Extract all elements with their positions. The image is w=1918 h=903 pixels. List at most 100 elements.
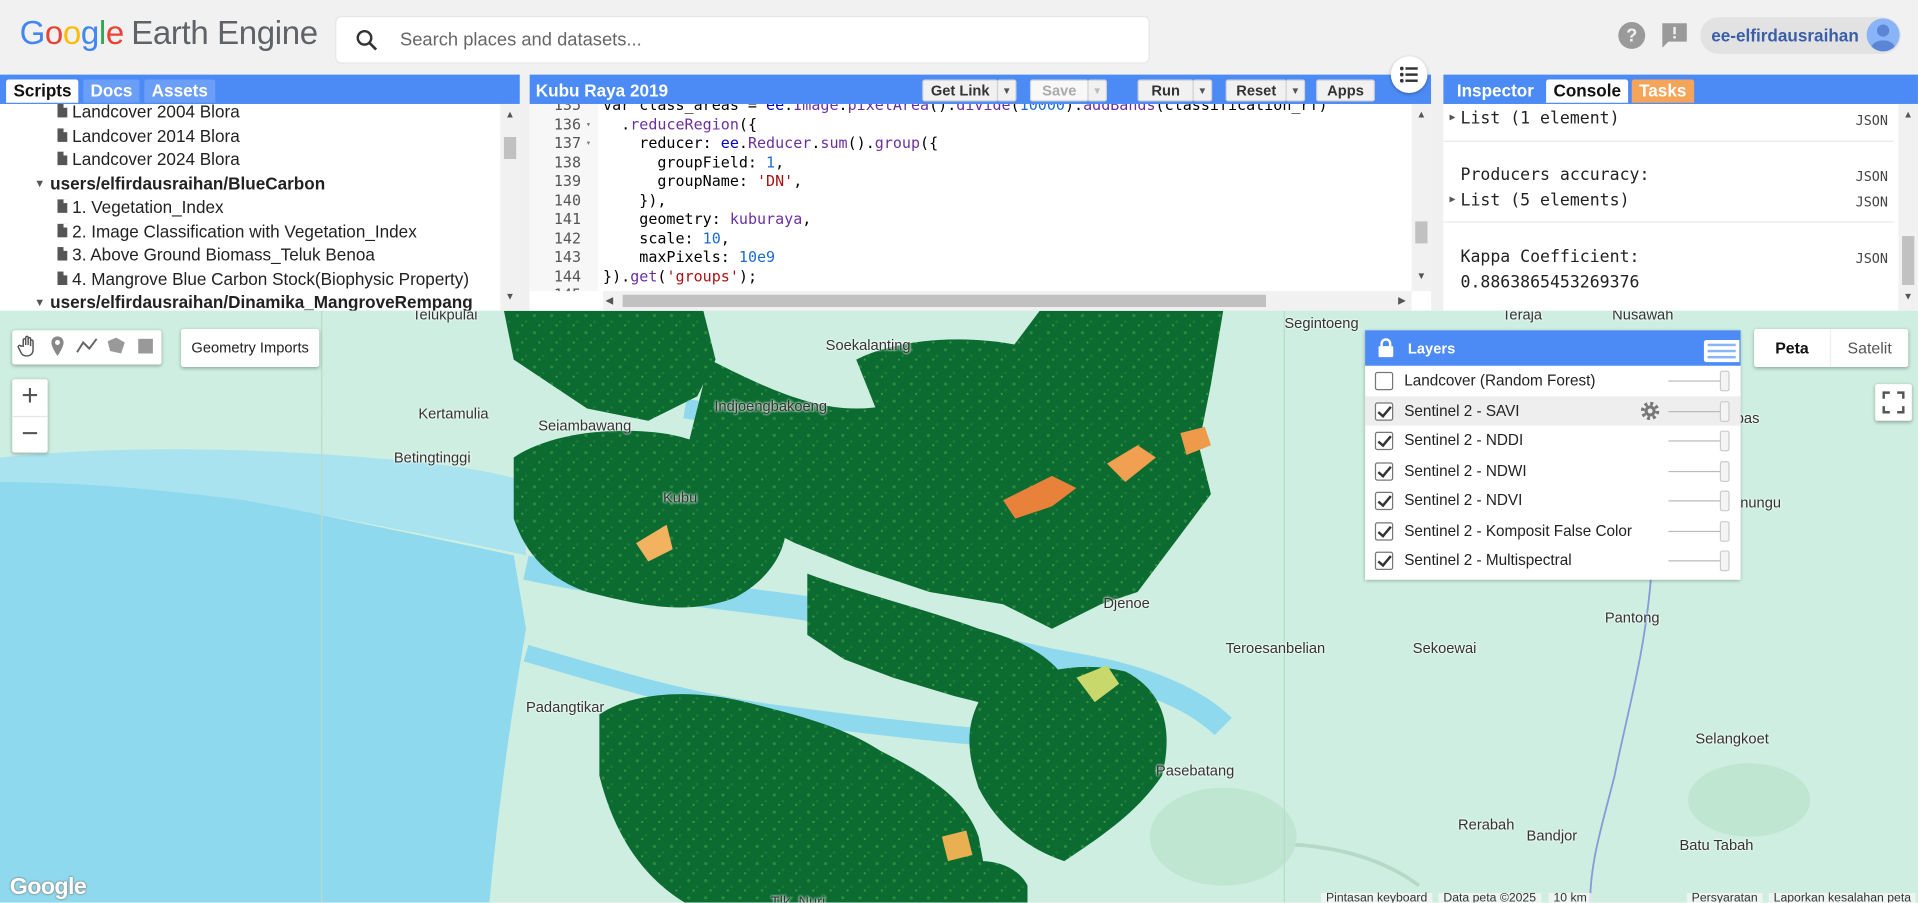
layer-checkbox[interactable] bbox=[1374, 491, 1394, 511]
layer-checkbox[interactable] bbox=[1374, 461, 1394, 481]
right-splitter[interactable] bbox=[1431, 74, 1444, 311]
expand-arrow-icon[interactable]: ▼ bbox=[34, 177, 45, 189]
editor-vscrollbar[interactable]: ▲ ▼ bbox=[1411, 103, 1432, 292]
code-line[interactable]: 135 var class_areas = ee.Image.pixelArea(… bbox=[530, 104, 1423, 116]
layer-row[interactable]: Sentinel 2 - NDWI bbox=[1365, 456, 1741, 486]
layer-checkbox[interactable] bbox=[1374, 521, 1394, 541]
layer-checkbox[interactable] bbox=[1374, 551, 1394, 571]
code-line[interactable]: 136 ▾ .reduceRegion({ bbox=[530, 116, 1423, 135]
help-icon[interactable]: ? bbox=[1617, 21, 1646, 50]
console-entry[interactable]: ▶ List (1 element) bbox=[1449, 109, 1619, 129]
opacity-slider[interactable] bbox=[1668, 440, 1723, 442]
avatar[interactable] bbox=[1866, 18, 1900, 52]
layer-row[interactable]: Landcover (Random Forest) bbox=[1365, 366, 1741, 396]
pan-hand-icon[interactable] bbox=[16, 334, 40, 358]
script-outline-button[interactable] bbox=[1390, 56, 1428, 93]
tree-scroll-thumb[interactable] bbox=[503, 136, 517, 160]
apps-button[interactable]: Apps bbox=[1316, 79, 1375, 102]
opacity-slider-handle[interactable] bbox=[1719, 460, 1730, 482]
layer-row[interactable]: Sentinel 2 - SAVI bbox=[1365, 395, 1741, 426]
report-error-link[interactable]: Laporkan kesalahan peta bbox=[1768, 892, 1916, 903]
keyboard-shortcuts-link[interactable]: Pintasan keyboard bbox=[1321, 892, 1433, 903]
opacity-slider[interactable] bbox=[1668, 380, 1723, 382]
get-link-dropdown[interactable]: ▼ bbox=[996, 79, 1017, 102]
json-link[interactable]: JSON bbox=[1856, 113, 1888, 129]
tab-tasks[interactable]: Tasks bbox=[1631, 79, 1694, 103]
lock-icon[interactable] bbox=[1377, 338, 1394, 359]
editor-hscrollbar[interactable]: ◀ ▶ bbox=[603, 291, 1412, 311]
opacity-slider[interactable] bbox=[1668, 530, 1723, 532]
layer-checkbox[interactable] bbox=[1374, 401, 1394, 421]
layer-row[interactable]: Sentinel 2 - NDVI bbox=[1365, 486, 1741, 516]
map-type-satellite[interactable]: Satelit bbox=[1829, 329, 1908, 367]
left-splitter[interactable] bbox=[519, 74, 530, 311]
feedback-icon[interactable] bbox=[1660, 21, 1689, 50]
save-button[interactable]: Save bbox=[1029, 79, 1089, 102]
save-dropdown[interactable]: ▼ bbox=[1087, 79, 1107, 102]
code-line[interactable]: 138 groupField: 1, bbox=[530, 154, 1423, 173]
zoom-out-button[interactable]: − bbox=[12, 415, 48, 453]
tab-inspector[interactable]: Inspector bbox=[1449, 80, 1541, 103]
console-scroll-thumb[interactable] bbox=[1902, 236, 1915, 286]
tab-assets[interactable]: Assets bbox=[144, 79, 216, 103]
reset-dropdown[interactable]: ▼ bbox=[1285, 79, 1306, 102]
tab-scripts[interactable]: Scripts bbox=[6, 79, 79, 103]
tree-scrollbar[interactable]: ▲ ▼ bbox=[500, 103, 520, 311]
expand-arrow-icon[interactable]: ▶ bbox=[1449, 193, 1455, 204]
console-scrollbar[interactable]: ▲ ▼ bbox=[1898, 103, 1918, 311]
opacity-slider-handle[interactable] bbox=[1719, 490, 1730, 512]
fold-arrow-icon[interactable]: ▾ bbox=[586, 119, 591, 129]
fullscreen-button[interactable] bbox=[1875, 384, 1912, 421]
run-button[interactable]: Run bbox=[1137, 79, 1194, 102]
json-link[interactable]: JSON bbox=[1856, 194, 1888, 210]
polygon-tool-icon[interactable] bbox=[104, 334, 128, 358]
layers-toggle[interactable] bbox=[1703, 340, 1740, 363]
get-link-button[interactable]: Get Link bbox=[922, 79, 999, 102]
opacity-slider-handle[interactable] bbox=[1719, 430, 1730, 452]
layer-checkbox[interactable] bbox=[1374, 371, 1394, 391]
code-line[interactable]: 140 }), bbox=[530, 191, 1423, 210]
search-box[interactable] bbox=[336, 17, 1149, 63]
earth-engine-logo[interactable]: Google Earth Engine bbox=[20, 15, 319, 53]
opacity-slider[interactable] bbox=[1668, 500, 1723, 502]
json-link[interactable]: JSON bbox=[1856, 169, 1888, 185]
map-view[interactable]: Telukpulai Soekalanting Segintoeng Teraja Nu… bbox=[0, 310, 1918, 903]
tab-docs[interactable]: Docs bbox=[83, 79, 140, 103]
json-link[interactable]: JSON bbox=[1856, 251, 1888, 267]
console-entry[interactable]: ▶ List (5 elements) bbox=[1449, 191, 1629, 211]
opacity-slider[interactable] bbox=[1668, 560, 1723, 562]
zoom-in-button[interactable]: + bbox=[12, 379, 47, 416]
code-line[interactable]: 141 geometry: kuburaya, bbox=[530, 210, 1423, 229]
terms-link[interactable]: Persyaratan bbox=[1686, 892, 1763, 903]
code-line[interactable]: 143 maxPixels: 10e9 bbox=[530, 248, 1423, 267]
code-line[interactable]: 137 ▾ reducer: ee.Reducer.sum().group({ bbox=[530, 135, 1423, 154]
editor-vscroll-thumb[interactable] bbox=[1415, 221, 1428, 244]
tab-console[interactable]: Console bbox=[1546, 79, 1629, 103]
scale-label[interactable]: 10 km bbox=[1548, 892, 1592, 903]
geometry-imports-button[interactable]: Geometry Imports bbox=[181, 329, 320, 367]
expand-arrow-icon[interactable]: ▶ bbox=[1449, 111, 1455, 122]
line-tool-icon[interactable] bbox=[75, 334, 99, 358]
code-line[interactable]: 142 scale: 10, bbox=[530, 229, 1423, 248]
opacity-slider-handle[interactable] bbox=[1719, 550, 1730, 572]
gear-icon[interactable] bbox=[1639, 399, 1661, 421]
fold-arrow-icon[interactable]: ▾ bbox=[586, 138, 591, 148]
opacity-slider-handle[interactable] bbox=[1719, 400, 1730, 422]
layer-row[interactable]: Sentinel 2 - Komposit False Color bbox=[1365, 516, 1741, 546]
opacity-slider-handle[interactable] bbox=[1719, 370, 1730, 392]
layer-checkbox[interactable] bbox=[1374, 431, 1394, 451]
opacity-slider[interactable] bbox=[1668, 470, 1723, 472]
code-area[interactable]: 135 var class_areas = ee.Image.pixelArea(… bbox=[529, 103, 1423, 292]
code-line[interactable]: 144}).get('groups'); bbox=[530, 267, 1423, 286]
reset-button[interactable]: Reset bbox=[1225, 79, 1287, 102]
rectangle-tool-icon[interactable] bbox=[133, 334, 157, 358]
marker-icon[interactable] bbox=[45, 334, 69, 358]
run-dropdown[interactable]: ▼ bbox=[1192, 79, 1213, 102]
map-type-map[interactable]: Peta bbox=[1754, 329, 1830, 367]
opacity-slider-handle[interactable] bbox=[1719, 520, 1730, 542]
layer-row[interactable]: Sentinel 2 - NDDI bbox=[1365, 426, 1741, 456]
code-line[interactable]: 139 groupName: 'DN', bbox=[530, 172, 1423, 191]
search-input[interactable] bbox=[399, 25, 1122, 53]
expand-arrow-icon[interactable]: ▼ bbox=[34, 296, 45, 308]
editor-hscroll-thumb[interactable] bbox=[622, 294, 1267, 308]
